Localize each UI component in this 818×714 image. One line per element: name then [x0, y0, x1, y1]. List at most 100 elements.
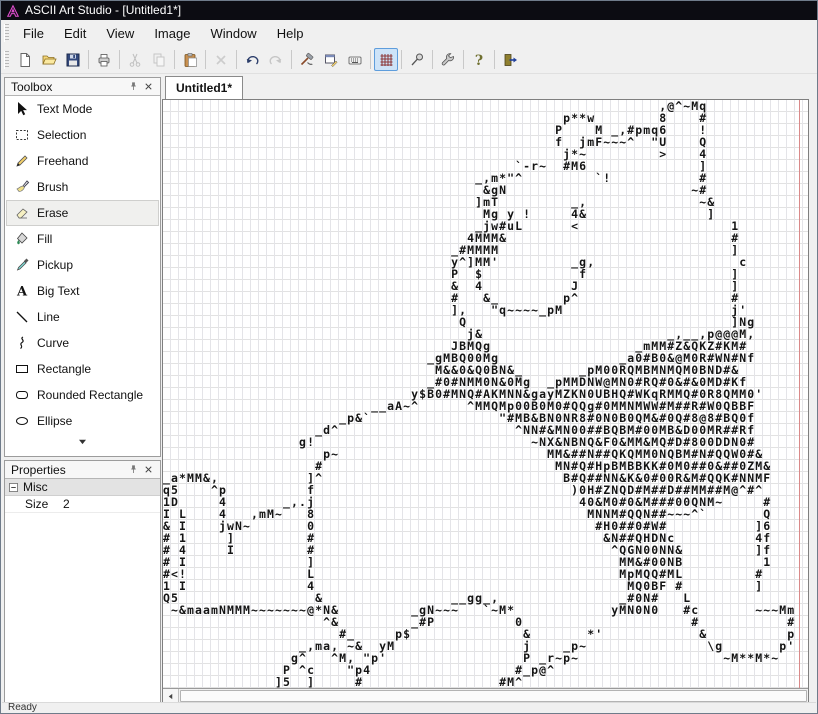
properties-group[interactable]: Misc	[5, 479, 160, 496]
properties-pin-icon[interactable]	[126, 463, 141, 477]
help-icon: ?	[471, 52, 487, 68]
tool-label: Pickup	[37, 258, 73, 272]
menu-grip[interactable]	[4, 24, 9, 42]
status-bar: Ready	[2, 702, 816, 712]
tool-label: Selection	[37, 128, 86, 142]
menu-window[interactable]: Window	[200, 23, 266, 44]
toolbar-separator	[236, 50, 237, 69]
properties-title: Properties	[11, 463, 126, 477]
tool-text-mode[interactable]: Text Mode	[6, 96, 159, 122]
menu-help[interactable]: Help	[267, 23, 314, 44]
toolbox-panel: Toolbox Text Mode Selection Freehand Brush E…	[4, 77, 161, 457]
cut-icon	[127, 52, 143, 68]
horizontal-scrollbar[interactable]	[163, 688, 808, 703]
title-bar: ASCII Art Studio - [Untitled1*]	[1, 1, 817, 20]
grid-toggle-button[interactable]	[374, 48, 398, 71]
keyboard-icon	[347, 52, 363, 68]
line-icon	[14, 309, 30, 325]
toolbar-separator	[463, 50, 464, 69]
tool-line[interactable]: Line	[6, 304, 159, 330]
canvas-frame: ,@^~Mq p**w 8 # P M _,#pmq6 !	[162, 99, 809, 704]
tools-icon	[299, 52, 315, 68]
properties-close-icon[interactable]	[141, 463, 156, 477]
tool-label: Erase	[37, 206, 68, 220]
toolbar-separator	[205, 50, 206, 69]
undo-button[interactable]	[240, 48, 264, 71]
rect-icon	[14, 361, 30, 377]
print-button[interactable]	[92, 48, 116, 71]
menu-view[interactable]: View	[96, 23, 144, 44]
exit-button[interactable]	[498, 48, 522, 71]
winprops-icon	[323, 52, 339, 68]
toolbar-separator	[401, 50, 402, 69]
copy-button	[147, 48, 171, 71]
tool-brush[interactable]: Brush	[6, 174, 159, 200]
brush-icon	[14, 179, 30, 195]
menu-bar: FileEditViewImageWindowHelp	[1, 20, 817, 46]
roundrect-icon	[14, 387, 30, 403]
tool-label: Brush	[37, 180, 68, 194]
document-tab-label: Untitled1*	[176, 81, 232, 95]
properties-panel: Properties Misc Size2	[4, 460, 161, 703]
tool-selection[interactable]: Selection	[6, 122, 159, 148]
toolbox-more-icon[interactable]	[5, 434, 160, 445]
new-icon	[17, 52, 33, 68]
menu-file[interactable]: File	[13, 23, 54, 44]
toolbar-separator	[88, 50, 89, 69]
toolbox-close-icon[interactable]	[141, 80, 156, 94]
document-tab[interactable]: Untitled1*	[165, 76, 243, 99]
tool-rounded-rectangle[interactable]: Rounded Rectangle	[6, 382, 159, 408]
tab-strip: Untitled1*	[163, 76, 806, 99]
app-window: ASCII Art Studio - [Untitled1*] FileEdit…	[0, 0, 818, 714]
options-button[interactable]	[436, 48, 460, 71]
tool-ellipse[interactable]: Ellipse	[6, 408, 159, 434]
help-button[interactable]: ?	[467, 48, 491, 71]
tool-label: Fill	[37, 232, 52, 246]
keyboard-button[interactable]	[343, 48, 367, 71]
open-button[interactable]	[37, 48, 61, 71]
toolbar-separator	[119, 50, 120, 69]
tool-label: Ellipse	[37, 414, 72, 428]
property-value[interactable]: 2	[57, 497, 70, 511]
print-icon	[96, 52, 112, 68]
tool-erase[interactable]: Erase	[6, 200, 159, 226]
svg-text:A: A	[16, 285, 28, 300]
status-text: Ready	[8, 702, 37, 712]
paste-button[interactable]	[178, 48, 202, 71]
window-title: ASCII Art Studio - [Untitled1*]	[25, 1, 181, 20]
menu-image[interactable]: Image	[144, 23, 200, 44]
art-row: ]5 ] # #M^	[163, 676, 803, 688]
scroll-left-icon[interactable]	[163, 689, 179, 703]
tool-rectangle[interactable]: Rectangle	[6, 356, 159, 382]
save-button[interactable]	[61, 48, 85, 71]
pin-button[interactable]	[405, 48, 429, 71]
toolbox-title: Toolbox	[11, 80, 126, 94]
svg-text:?: ?	[475, 53, 483, 68]
ellipse-icon	[14, 413, 30, 429]
curve-icon	[14, 335, 30, 351]
scrollbar-thumb[interactable]	[180, 690, 807, 702]
pencil-icon	[14, 153, 30, 169]
toolbar-grip[interactable]	[4, 51, 9, 69]
app-logo-icon	[6, 4, 20, 18]
tool-freehand[interactable]: Freehand	[6, 148, 159, 174]
toolbar-separator	[432, 50, 433, 69]
redo-button	[264, 48, 288, 71]
eyedropper-icon	[14, 257, 30, 273]
tool-big-text[interactable]: ABig Text	[6, 278, 159, 304]
toolbar-separator	[494, 50, 495, 69]
tools-button[interactable]	[295, 48, 319, 71]
menu-edit[interactable]: Edit	[54, 23, 96, 44]
ascii-canvas[interactable]: ,@^~Mq p**w 8 # P M _,#pmq6 !	[163, 100, 808, 688]
tool-label: Rounded Rectangle	[37, 388, 143, 402]
tool-curve[interactable]: Curve	[6, 330, 159, 356]
tool-pickup[interactable]: Pickup	[6, 252, 159, 278]
tool-fill[interactable]: Fill	[6, 226, 159, 252]
toolbar: ?	[1, 46, 817, 74]
tool-label: Curve	[37, 336, 69, 350]
new-button[interactable]	[13, 48, 37, 71]
property-label: Size	[5, 497, 57, 511]
toolbar-separator	[370, 50, 371, 69]
image-properties-button[interactable]	[319, 48, 343, 71]
toolbox-pin-icon[interactable]	[126, 80, 141, 94]
